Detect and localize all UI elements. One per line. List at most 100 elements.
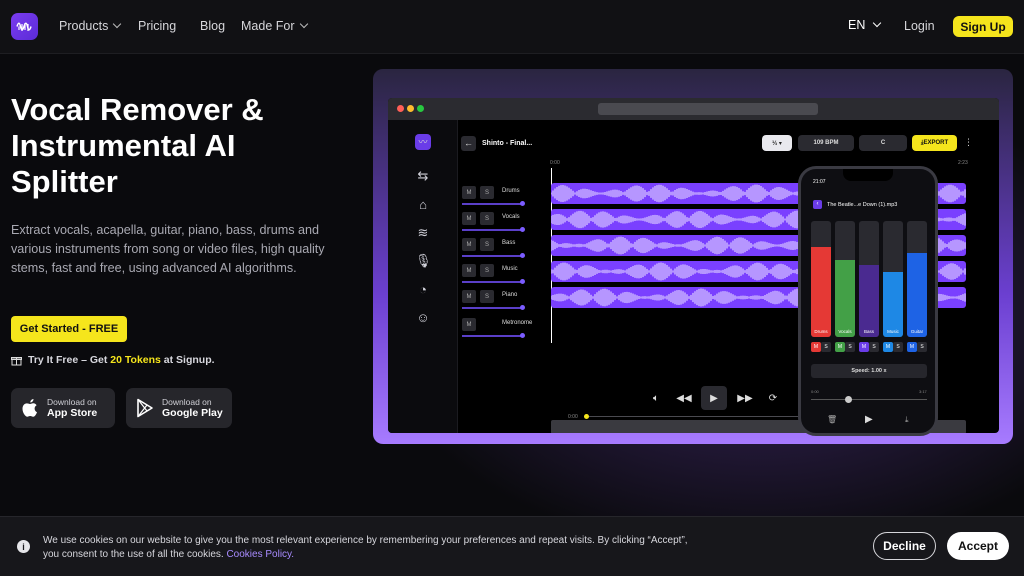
track-volume-slider <box>462 333 525 338</box>
track-volume-slider <box>462 227 525 232</box>
google-play-icon <box>137 398 153 418</box>
tokens-highlight: 20 Tokens <box>110 354 161 366</box>
track-volume-slider <box>462 253 525 258</box>
nav-made-for[interactable]: Made For <box>241 19 308 33</box>
phone-progress <box>811 396 927 403</box>
stem-fader: Music <box>883 221 903 337</box>
more-icon: ⋮ <box>964 137 973 147</box>
stem-level <box>811 246 831 337</box>
logo[interactable] <box>11 13 38 40</box>
hero-description: Extract vocals, acapella, guitar, piano,… <box>11 223 325 275</box>
phone-file-name: The Beatle...e Down (1).mp3 <box>827 202 898 208</box>
slider-knob <box>520 279 525 284</box>
timeline-start: 0:00 <box>550 160 560 166</box>
stem-level <box>835 260 855 337</box>
key-control: C <box>859 135 907 151</box>
stem-level <box>907 253 927 337</box>
phone-progress-knob <box>845 396 852 403</box>
info-icon: i <box>17 540 30 553</box>
browser-bar <box>388 98 999 120</box>
nav-products-label: Products <box>59 19 109 33</box>
rewind-icon: ◀◀ <box>676 392 692 404</box>
microphone-icon: 🎙︎ <box>415 253 432 268</box>
try-free-note: Try It Free – Get 20 Tokens at Signup. <box>11 354 215 366</box>
pitch-control: ⅓ ▾ <box>762 135 792 151</box>
track-name: Piano <box>502 292 518 298</box>
mute-button: M <box>462 318 476 331</box>
track-row: M S Music <box>462 264 552 284</box>
app-store-small-label: Download on <box>47 396 97 407</box>
slider-knob <box>520 333 525 338</box>
waveform-logo-icon <box>16 22 32 31</box>
phone-back-icon: ‹ <box>813 200 822 209</box>
nav-pricing[interactable]: Pricing <box>138 19 176 33</box>
track-name: Metronome <box>502 320 533 326</box>
stem-name: Vocals <box>838 329 852 334</box>
speed-label: Speed: 1.00 x <box>851 368 887 374</box>
chevron-down-icon <box>299 19 308 29</box>
language-label: EN <box>848 18 866 32</box>
broom-icon: ⌂ <box>419 197 427 212</box>
solo-button: S <box>480 186 494 199</box>
app-logo-icon: 〰 <box>415 134 431 150</box>
stem-name: Guitar <box>910 329 924 334</box>
cookies-policy-link[interactable]: Cookies Policy. <box>226 549 294 560</box>
stem-mute-button: M <box>907 342 917 352</box>
stem-mute-button: M <box>883 342 893 352</box>
app-store-button[interactable]: Download on App Store <box>11 388 115 428</box>
back-arrow-icon: ← <box>461 136 476 151</box>
minimize-dot <box>407 105 414 112</box>
chevron-down-icon <box>113 19 122 29</box>
track-volume-slider <box>462 201 525 206</box>
volume-icon: 🔈︎ <box>653 392 659 404</box>
mobile-app-preview: 21:07 ‹ The Beatle...e Down (1).mp3 Drum… <box>798 166 938 436</box>
mute-button: M <box>462 264 476 277</box>
mute-button: M <box>462 238 476 251</box>
export-button: ⤓ EXPORT <box>912 135 957 151</box>
nav-blog-label: Blog <box>200 19 226 33</box>
stem-mute-button: M <box>859 342 869 352</box>
app-sidebar: 〰 ⇆ ⌂ ≋ 🎙︎ ◔ ☺ <box>388 120 458 433</box>
accept-button[interactable]: Accept <box>947 532 1009 560</box>
gift-icon <box>11 356 22 365</box>
login-link[interactable]: Login <box>904 19 935 33</box>
stem-mute-button: M <box>811 342 821 352</box>
nav-products[interactable]: Products <box>59 19 122 33</box>
language-selector[interactable]: EN <box>848 18 882 32</box>
track-name: Vocals <box>502 214 520 220</box>
maximize-dot <box>417 105 424 112</box>
google-play-small-label: Download on <box>162 396 212 407</box>
google-play-button[interactable]: Download on Google Play <box>126 388 232 428</box>
playback-time: 0:00 <box>568 414 578 420</box>
stem-solo-button: S <box>917 342 927 352</box>
decline-button[interactable]: Decline <box>873 532 936 560</box>
solo-button: S <box>480 238 494 251</box>
slider-knob <box>520 227 525 232</box>
nav-blog[interactable]: Blog <box>200 19 225 33</box>
phone-clock: 21:07 <box>813 179 826 185</box>
track-name: Music <box>502 266 518 272</box>
bpm-control: 109 BPM <box>798 135 854 151</box>
loop-icon: ⟳ <box>768 392 778 404</box>
bpm-label: 109 BPM <box>813 140 839 146</box>
stem-fader: Drums <box>811 221 831 337</box>
signup-button[interactable]: Sign Up <box>953 16 1013 37</box>
stem-fader: Guitar <box>907 221 927 337</box>
waveform-icon: ≋ <box>417 225 429 240</box>
solo-button: S <box>480 290 494 303</box>
track-volume-slider <box>462 305 525 310</box>
track-name: Bass <box>502 240 516 246</box>
mute-button: M <box>462 186 476 199</box>
stem-level <box>859 265 879 337</box>
cookie-banner: i We use cookies on our website to give … <box>0 516 1024 576</box>
user-icon: ☺ <box>416 310 430 325</box>
song-title: Shinto - Final... <box>482 140 533 147</box>
track-row: M S Vocals <box>462 212 552 232</box>
track-row: M S Drums <box>462 186 552 206</box>
stem-fader: Vocals <box>835 221 855 337</box>
timeline-end: 2:23 <box>958 160 968 166</box>
track-row: M S Piano <box>462 290 552 310</box>
get-started-button[interactable]: Get Started - FREE <box>11 316 127 342</box>
phone-time-end: 3:17 <box>919 389 927 394</box>
stem-name: Bass <box>863 329 874 334</box>
